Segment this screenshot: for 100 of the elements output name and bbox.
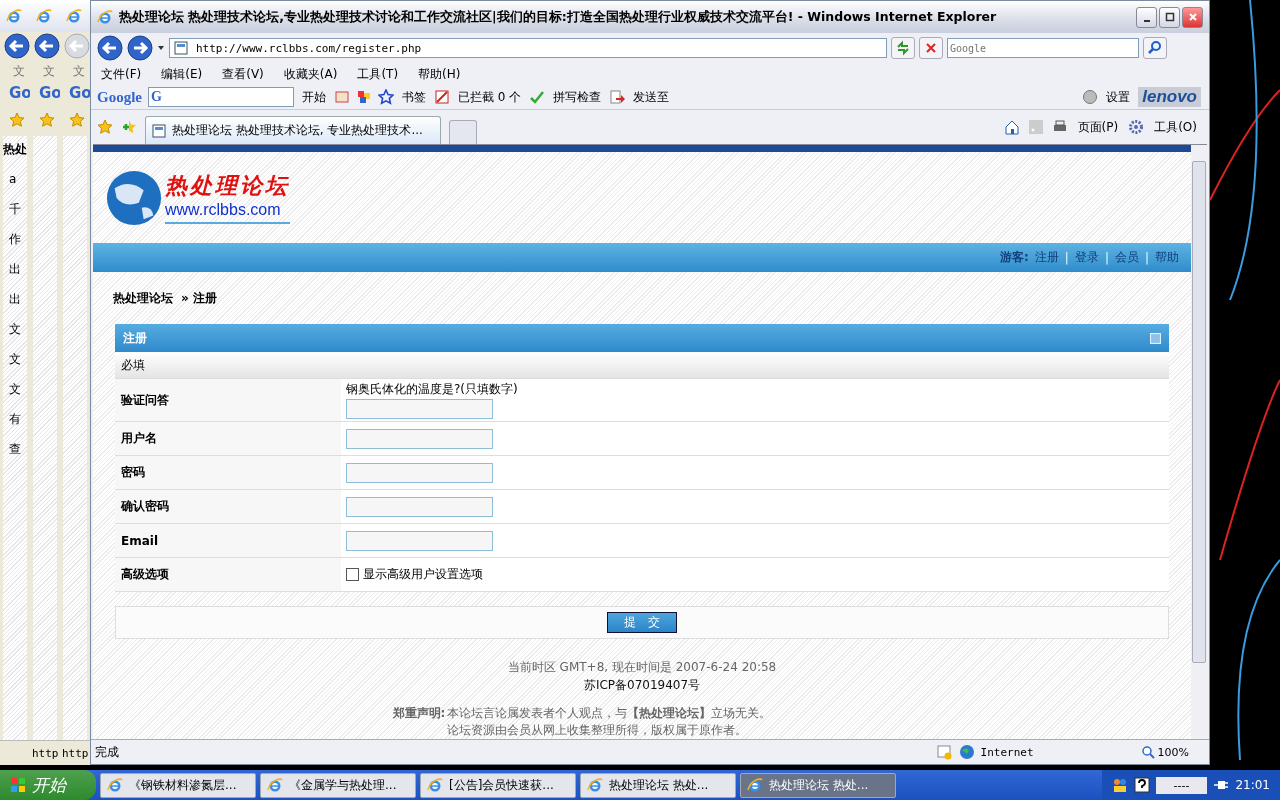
notice-text: 论坛资源由会员从网上收集整理所得，版权属于原作者。 [447, 722, 749, 739]
search-icon [1147, 40, 1163, 56]
question-text: 钢奥氏体化的温度是?(只填数字) [346, 381, 518, 398]
menu-item[interactable]: 工具(T) [357, 65, 399, 83]
brand-logo: lenovo [1138, 87, 1201, 107]
window-title: 热处理论坛 热处理技术论坛,专业热处理技术讨论和工作交流社区|我们的目标:打造全国热处理行业权威技术交流平台! - Windows Internet Explorer [119, 8, 998, 26]
star-outline-icon[interactable] [378, 89, 394, 105]
dropdown-arrow-icon[interactable] [157, 44, 165, 52]
notice-text: 本论坛言论属发表者个人观点，与【热处理论坛】立场无关。 [447, 705, 772, 722]
zone-text: Internet [980, 745, 1034, 759]
field-label: 高级选项 [121, 566, 169, 583]
minimize-icon [1143, 19, 1150, 22]
popup-blocker-icon[interactable] [434, 89, 450, 105]
browser-icon [427, 777, 443, 793]
tools-menu-button[interactable]: 工具(O) [1152, 118, 1199, 136]
stop-button[interactable] [919, 37, 943, 59]
nav-link[interactable]: 会员 [1114, 249, 1139, 266]
check-icon[interactable] [529, 89, 546, 105]
help-icon[interactable] [1133, 777, 1150, 793]
forward-button[interactable] [127, 35, 153, 61]
guest-label: 游客: [1000, 249, 1029, 266]
taskbar-button[interactable]: [公告]会员快速获... [420, 772, 576, 798]
bookmarks-button[interactable]: 书签 [400, 88, 428, 106]
start-button[interactable]: 开始 [0, 770, 96, 800]
address-field[interactable]: http://www.rclbbs.com/register.php [169, 38, 887, 58]
nav-link[interactable]: 帮助 [1155, 249, 1179, 266]
refresh-button[interactable] [891, 37, 915, 59]
menu-item[interactable]: 文 [60, 60, 90, 82]
browser-icon [747, 777, 763, 793]
page-text: 有 [9, 412, 22, 426]
icp-link[interactable]: 苏ICP备07019407号 [583, 677, 701, 694]
taskbar-button[interactable]: 热处理论坛 热处... [740, 772, 896, 798]
settings-button[interactable]: 设置 [1104, 88, 1133, 106]
back-button[interactable] [4, 33, 30, 59]
spellcheck-button[interactable]: 拼写检查 [551, 88, 604, 106]
circle-icon [1082, 89, 1099, 105]
taskbar-button[interactable]: 《钢铁材料渗氮层... [100, 772, 256, 798]
menu-item[interactable]: 文 [0, 60, 30, 82]
windows-logo-icon [10, 777, 26, 793]
maximize-icon [1164, 12, 1175, 22]
menu-item[interactable]: 帮助(H) [418, 65, 461, 83]
page-icon [174, 40, 190, 56]
menu-item[interactable]: 文件(F) [101, 65, 142, 83]
search-engine-icon: G [151, 89, 162, 105]
breadcrumb-link[interactable]: 热处理论坛 [113, 289, 173, 307]
back-button[interactable] [34, 33, 60, 59]
input-field[interactable] [346, 530, 493, 551]
star-icon[interactable] [9, 112, 25, 128]
notice-label: 郑重声明: [392, 705, 446, 722]
page-text: 文 [9, 352, 22, 366]
search-field[interactable]: Google [947, 38, 1139, 58]
back-button[interactable] [97, 35, 123, 61]
minimize-button[interactable] [1136, 6, 1157, 28]
checkbox-label: 显示高级用户设置选项 [363, 566, 483, 583]
menu-item[interactable]: 查看(V) [222, 65, 264, 83]
star-icon[interactable] [69, 112, 85, 128]
go-button[interactable]: 开始 [300, 88, 328, 106]
browser-icon [66, 8, 82, 24]
input-field[interactable] [346, 496, 493, 517]
input-field[interactable] [346, 428, 493, 449]
cubes-icon[interactable] [356, 89, 372, 105]
people-icon[interactable] [1111, 777, 1128, 793]
collapse-icon[interactable] [1150, 332, 1161, 344]
page-text: 作 [9, 232, 22, 246]
gear-icon[interactable] [1128, 119, 1145, 135]
timezone-text: 当前时区 GMT+8, 现在时间是 2007-6-24 20:58 [507, 659, 777, 676]
search-button[interactable] [1143, 37, 1167, 59]
send-icon[interactable] [609, 89, 626, 105]
input-field[interactable] [346, 399, 493, 419]
close-button[interactable] [1182, 6, 1203, 28]
menu-item[interactable]: 收藏夹(A) [283, 65, 338, 83]
add-favorite-icon[interactable] [121, 119, 137, 135]
scroll-thumb[interactable] [1192, 161, 1206, 663]
globe-icon [958, 744, 975, 760]
nav-link[interactable]: 注册 [1034, 249, 1059, 266]
taskbar-button[interactable]: 《金属学与热处理... [260, 772, 416, 798]
refresh-icon [895, 40, 911, 56]
field-label: Email [121, 533, 159, 548]
browser-tab[interactable]: 热处理论坛 热处理技术论坛, 专业热处理技术... [145, 116, 441, 144]
browser-icon [107, 777, 123, 793]
browser-icon [97, 9, 113, 25]
close-icon [1187, 12, 1198, 22]
checkbox[interactable] [346, 568, 359, 581]
input-field[interactable] [346, 462, 493, 483]
home-icon[interactable] [1003, 119, 1020, 135]
menu-item[interactable]: 编辑(E) [161, 65, 203, 83]
blocked-button[interactable]: 已拦截 0 个 [456, 88, 524, 106]
globe-icon [105, 168, 163, 227]
maximize-button[interactable] [1159, 6, 1180, 28]
send-to-button[interactable]: 发送至 [631, 88, 672, 106]
page-text: a [9, 172, 18, 186]
taskbar-button[interactable]: 热处理论坛 热处... [580, 772, 736, 798]
nav-link[interactable]: 登录 [1074, 249, 1099, 266]
menu-item[interactable]: 文 [30, 60, 60, 82]
zoom-button[interactable]: 100% [1139, 744, 1189, 760]
page-menu-button[interactable]: 页面(P) [1075, 118, 1121, 136]
breadcrumb-current: » 注册 [181, 289, 217, 307]
google-search-field[interactable]: G [148, 87, 294, 107]
star-icon[interactable] [97, 119, 113, 135]
star-icon[interactable] [39, 112, 55, 128]
